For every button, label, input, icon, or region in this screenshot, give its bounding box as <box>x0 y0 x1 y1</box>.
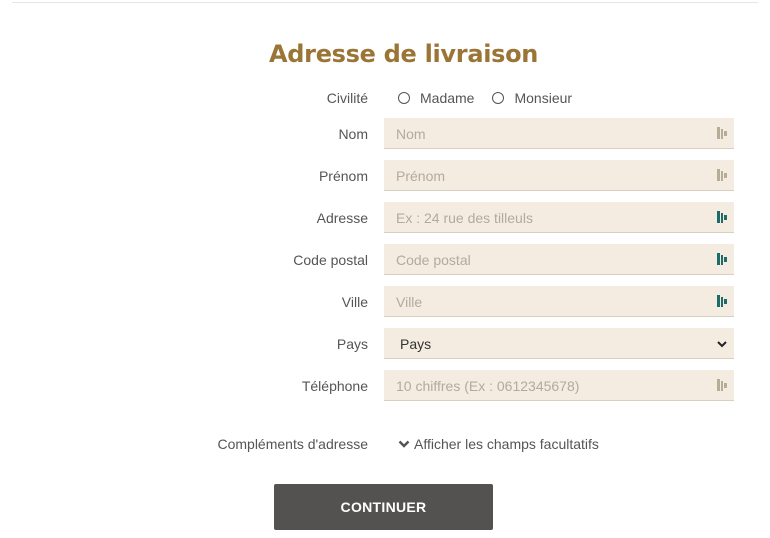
pays-select[interactable]: Pays <box>384 328 734 359</box>
complements-row: Compléments d'adresse Afficher les champ… <box>0 428 770 460</box>
civility-label: Civilité <box>326 90 368 106</box>
pays-row: Pays Pays <box>0 328 770 360</box>
telephone-field <box>384 370 734 401</box>
nom-input[interactable] <box>384 118 706 149</box>
adresse-input[interactable] <box>384 202 706 233</box>
adresse-label: Adresse <box>316 210 368 226</box>
complements-label: Compléments d'adresse <box>217 436 368 452</box>
adresse-field <box>384 202 734 233</box>
ville-field <box>384 286 734 317</box>
civility-row: Civilité Madame Monsieur <box>0 82 770 114</box>
page-title: Adresse de livraison <box>269 40 539 68</box>
autofill-key-icon[interactable] <box>716 378 728 392</box>
optional-fields-toggle[interactable]: Afficher les champs facultatifs <box>398 428 599 460</box>
code-postal-row: Code postal <box>0 244 770 276</box>
prenom-row: Prénom <box>0 160 770 192</box>
adresse-row: Adresse <box>0 202 770 234</box>
radio-circle[interactable] <box>492 92 505 104</box>
nom-field <box>384 118 734 149</box>
telephone-row: Téléphone <box>0 370 770 402</box>
radio-madame-label: Madame <box>420 90 475 106</box>
radio-monsieur[interactable]: Monsieur <box>492 90 572 106</box>
autofill-key-icon[interactable] <box>716 252 728 266</box>
prenom-label: Prénom <box>318 168 368 184</box>
prenom-input[interactable] <box>384 160 706 191</box>
autofill-key-icon[interactable] <box>716 168 728 182</box>
chevron-down-icon <box>717 341 727 348</box>
pays-selected-value: Pays <box>400 336 432 352</box>
nom-row: Nom <box>0 118 770 150</box>
ville-input[interactable] <box>384 286 706 317</box>
civility-radio-group: Madame Monsieur <box>398 82 590 114</box>
telephone-input[interactable] <box>384 370 706 401</box>
code-postal-label: Code postal <box>293 252 368 268</box>
pays-label: Pays <box>336 336 368 352</box>
code-postal-input[interactable] <box>384 244 706 275</box>
autofill-key-icon[interactable] <box>716 126 728 140</box>
chevron-down-icon <box>398 440 410 448</box>
ville-label: Ville <box>341 294 368 310</box>
autofill-key-icon[interactable] <box>716 210 728 224</box>
top-divider <box>12 2 758 3</box>
prenom-field <box>384 160 734 191</box>
radio-circle[interactable] <box>398 92 410 104</box>
radio-madame[interactable]: Madame <box>398 90 474 106</box>
code-postal-field <box>384 244 734 275</box>
nom-label: Nom <box>338 126 368 142</box>
telephone-label: Téléphone <box>301 378 368 394</box>
optional-fields-toggle-label: Afficher les champs facultatifs <box>414 436 599 452</box>
ville-row: Ville <box>0 286 770 318</box>
continue-button[interactable]: CONTINUER <box>274 484 493 530</box>
autofill-key-icon[interactable] <box>716 294 728 308</box>
radio-monsieur-label: Monsieur <box>514 90 573 106</box>
